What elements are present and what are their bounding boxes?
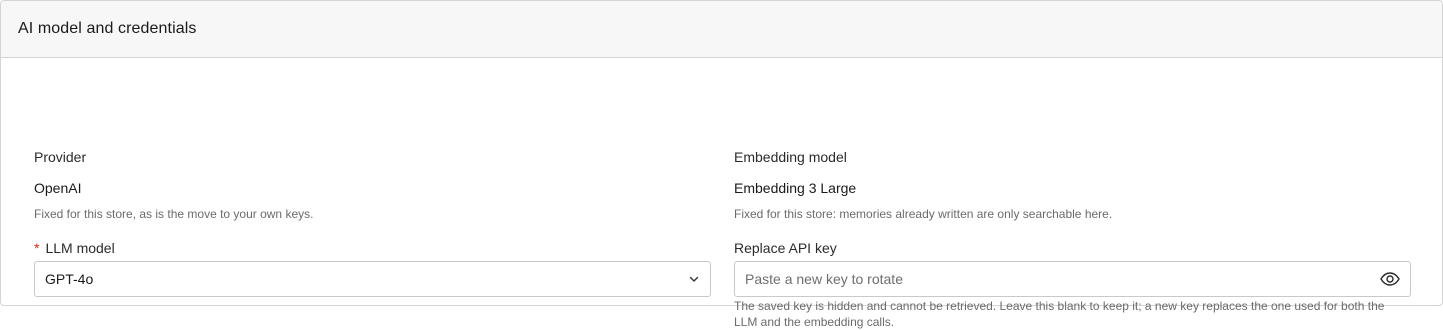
- api-key-field: [734, 261, 1411, 297]
- required-asterisk: *: [34, 240, 40, 256]
- card-header: AI model and credentials: [1, 1, 1442, 58]
- eye-icon[interactable]: [1380, 272, 1400, 286]
- api-key-help-text: The saved key is hidden and cannot be re…: [734, 299, 1385, 329]
- chevron-down-icon: [688, 273, 700, 285]
- llm-model-label-text: LLM model: [45, 240, 115, 256]
- replace-api-key-label: Replace API key: [734, 240, 837, 256]
- provider-value: OpenAI: [34, 180, 82, 196]
- llm-model-selected-value: GPT-4o: [45, 271, 94, 287]
- embedding-model-label: Embedding model: [734, 149, 847, 165]
- provider-help-text: Fixed for this store, as is the move to …: [34, 207, 314, 221]
- provider-label: Provider: [34, 149, 87, 165]
- llm-model-label: * LLM model: [34, 240, 115, 256]
- llm-model-select[interactable]: GPT-4o: [34, 261, 711, 297]
- card-title: AI model and credentials: [18, 20, 197, 37]
- api-key-input[interactable]: [745, 271, 1380, 287]
- embedding-model-value: Embedding 3 Large: [734, 180, 857, 196]
- ai-model-credentials-card: AI model and credentials Provider OpenAI…: [0, 0, 1443, 329]
- embedding-help-text: Fixed for this store: memories already w…: [734, 207, 1113, 221]
